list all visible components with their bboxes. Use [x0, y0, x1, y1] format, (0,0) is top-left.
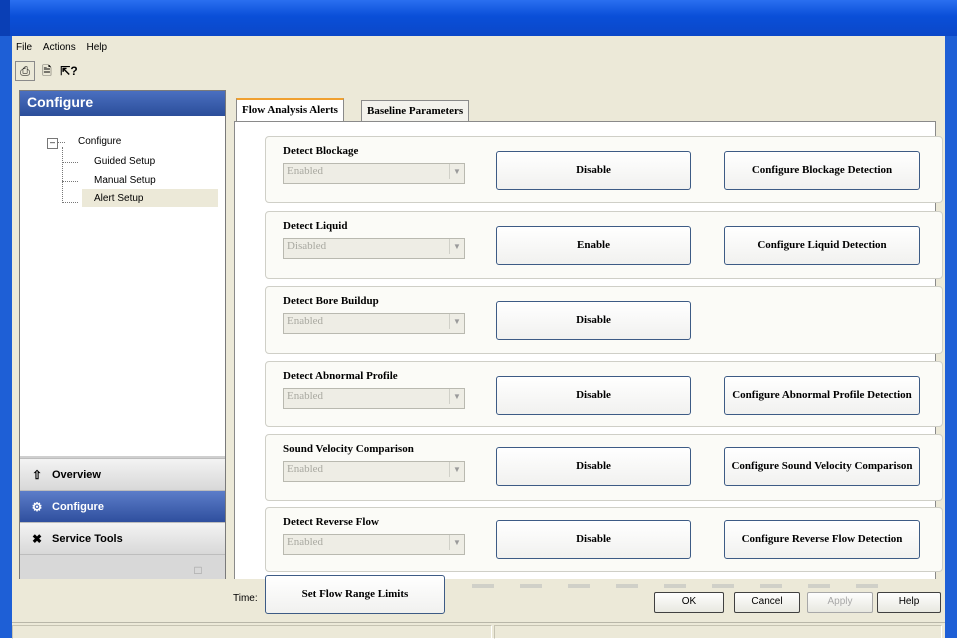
- sound-velocity-comparison-label: Sound Velocity Comparison: [283, 443, 414, 455]
- configure-reverse-flow-detection-button[interactable]: Configure Reverse Flow Detection: [724, 520, 920, 559]
- status-bar: [12, 622, 945, 639]
- detect-reverse-flow-label: Detect Reverse Flow: [283, 516, 379, 528]
- menu-file[interactable]: File: [12, 40, 36, 56]
- cancel-button[interactable]: Cancel: [734, 592, 800, 613]
- chevron-down-icon: ▼: [449, 314, 464, 329]
- chevron-down-icon: ▼: [449, 239, 464, 254]
- time-label: Time:: [233, 593, 258, 604]
- group-detect-reverse-flow: Detect Reverse Flow Enabled ▼ Disable Con…: [265, 507, 943, 572]
- chevron-down-icon: ▼: [449, 462, 464, 477]
- tree-item-alert-setup[interactable]: Alert Setup: [94, 193, 143, 204]
- configure-tree: – Configure Guided Setup Manual Setup Al…: [20, 116, 225, 456]
- status-cell-left: [12, 625, 492, 639]
- detect-bore-buildup-label: Detect Bore Buildup: [283, 295, 379, 307]
- detect-abnormal-profile-status-select: Enabled ▼: [283, 388, 465, 409]
- detect-reverse-flow-status-select: Enabled ▼: [283, 534, 465, 555]
- configure-gear-icon: ⚙: [31, 499, 43, 514]
- configure-liquid-detection-button[interactable]: Configure Liquid Detection: [724, 226, 920, 265]
- menu-bar: File Actions Help: [12, 40, 945, 56]
- nav-configure-label: Configure: [52, 500, 104, 513]
- tree-collapse-icon[interactable]: –: [47, 138, 58, 149]
- group-detect-bore-buildup: Detect Bore Buildup Enabled ▼ Disable: [265, 286, 943, 354]
- print-preview-icon[interactable]: 🗎: [37, 61, 57, 81]
- detect-liquid-status-select: Disabled ▼: [283, 238, 465, 259]
- tree-item-configure[interactable]: Configure: [78, 136, 121, 147]
- group-detect-abnormal-profile: Detect Abnormal Profile Enabled ▼ Disable…: [265, 361, 943, 427]
- tree-item-guided-setup[interactable]: Guided Setup: [94, 156, 155, 167]
- status-cell-right: [494, 625, 942, 639]
- group-detect-blockage: Detect Blockage Enabled ▼ Disable Configu…: [265, 136, 943, 203]
- detect-reverse-flow-toggle-button[interactable]: Disable: [496, 520, 691, 559]
- detect-abnormal-profile-label: Detect Abnormal Profile: [283, 370, 398, 382]
- nav-options-icon[interactable]: □: [189, 561, 207, 579]
- set-flow-range-limits-button[interactable]: Set Flow Range Limits: [265, 575, 445, 614]
- scroll-indicator-strip: [472, 579, 922, 588]
- configure-sound-velocity-comparison-button[interactable]: Configure Sound Velocity Comparison: [724, 447, 920, 486]
- configure-abnormal-profile-detection-button[interactable]: Configure Abnormal Profile Detection: [724, 376, 920, 415]
- chevron-down-icon: ▼: [449, 535, 464, 550]
- detect-liquid-label: Detect Liquid: [283, 220, 348, 232]
- home-icon: ⇧: [31, 467, 43, 482]
- left-panel: Configure – Configure Guided Setup Manua…: [19, 90, 226, 606]
- print-icon[interactable]: ⎙: [15, 61, 35, 81]
- ok-button[interactable]: OK: [654, 592, 724, 613]
- tab-baseline-parameters[interactable]: Baseline Parameters: [361, 100, 470, 123]
- apply-button[interactable]: Apply: [807, 592, 873, 613]
- window-frame-right: [945, 36, 957, 638]
- detect-blockage-label: Detect Blockage: [283, 145, 359, 157]
- nav-configure-button[interactable]: ⚙ Configure: [20, 490, 225, 522]
- help-button[interactable]: Help: [877, 592, 941, 613]
- menu-actions[interactable]: Actions: [39, 40, 80, 56]
- tab-panel-flow-analysis-alerts: Detect Blockage Enabled ▼ Disable Configu…: [234, 121, 943, 579]
- sound-velocity-comparison-status-select: Enabled ▼: [283, 461, 465, 482]
- tree-item-manual-setup[interactable]: Manual Setup: [94, 175, 156, 186]
- configure-blockage-detection-button[interactable]: Configure Blockage Detection: [724, 151, 920, 190]
- whats-this-help-icon[interactable]: ⇱?: [59, 61, 79, 81]
- detect-blockage-status-select: Enabled ▼: [283, 163, 465, 184]
- nav-service-tools-label: Service Tools: [52, 532, 123, 545]
- detect-blockage-toggle-button[interactable]: Disable: [496, 151, 691, 190]
- tools-icon: ✖: [31, 531, 43, 546]
- sound-velocity-comparison-toggle-button[interactable]: Disable: [496, 447, 691, 486]
- nav-service-tools-button[interactable]: ✖ Service Tools: [20, 522, 225, 554]
- menu-help[interactable]: Help: [82, 40, 111, 56]
- detect-bore-buildup-toggle-button[interactable]: Disable: [496, 301, 691, 340]
- window-frame-left: [0, 36, 12, 638]
- detect-liquid-toggle-button[interactable]: Enable: [496, 226, 691, 265]
- left-panel-header: Configure: [20, 91, 225, 116]
- detect-abnormal-profile-toggle-button[interactable]: Disable: [496, 376, 691, 415]
- tab-bar: Flow Analysis Alerts Baseline Parameters: [234, 98, 944, 124]
- chevron-down-icon: ▼: [449, 389, 464, 404]
- chevron-down-icon: ▼: [449, 164, 464, 179]
- group-sound-velocity-comparison: Sound Velocity Comparison Enabled ▼ Disab…: [265, 434, 943, 501]
- nav-overview-label: Overview: [52, 468, 101, 481]
- detect-bore-buildup-status-select: Enabled ▼: [283, 313, 465, 334]
- nav-overview-button[interactable]: ⇧ Overview: [20, 458, 225, 490]
- window-titlebar: [0, 0, 957, 36]
- group-detect-liquid: Detect Liquid Disabled ▼ Enable Configure…: [265, 211, 943, 279]
- toolbar: ⎙ 🗎 ⇱?: [14, 58, 104, 84]
